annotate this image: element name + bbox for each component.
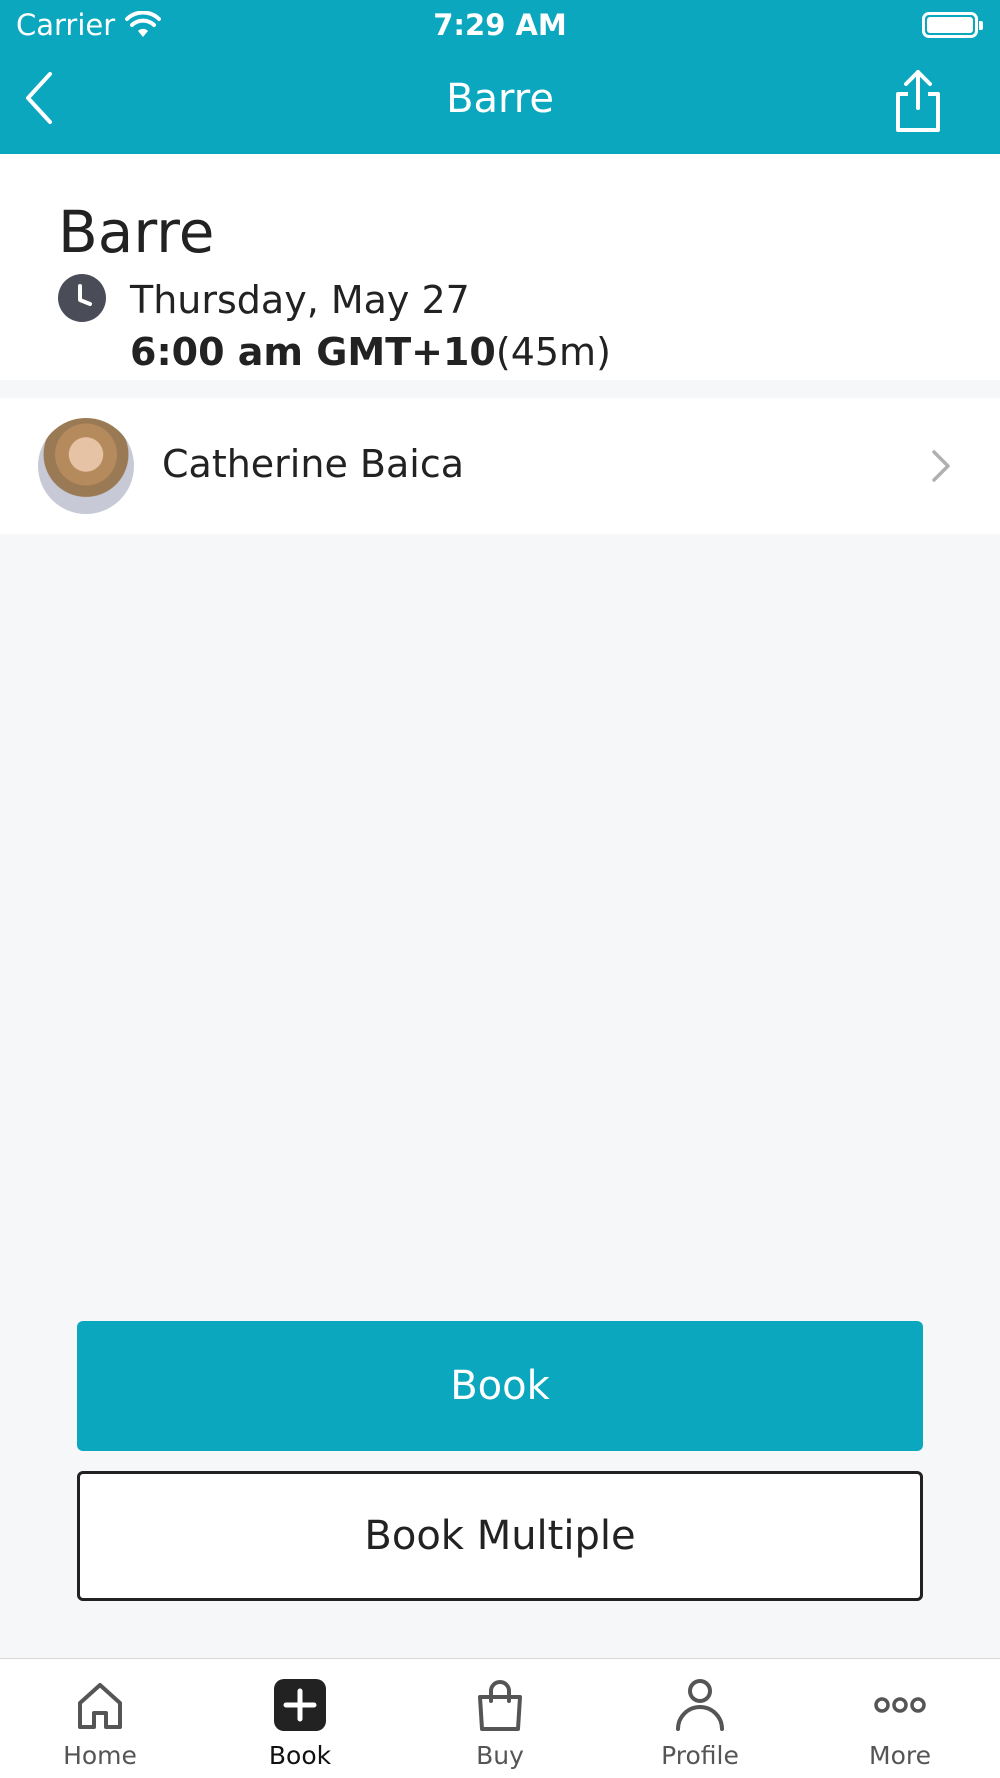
tab-home-label: Home: [63, 1741, 137, 1770]
tab-more[interactable]: More: [800, 1659, 1000, 1778]
more-dots-icon: [874, 1697, 926, 1713]
class-info-card: Barre Thursday, May 27 6:00 am GMT+10(45…: [0, 154, 1000, 380]
status-time: 7:29 AM: [433, 8, 567, 42]
class-time: 6:00 am GMT+10(45m): [130, 330, 611, 374]
class-title: Barre: [58, 198, 215, 266]
share-icon: [896, 70, 940, 132]
plus-square-icon: [274, 1679, 326, 1731]
class-start-time: 6:00 am GMT+10: [130, 330, 496, 374]
chevron-right-icon: [932, 450, 950, 482]
tab-book[interactable]: Book: [200, 1659, 400, 1778]
top-bar: Carrier 7:29 AM Barre: [0, 0, 1000, 154]
tab-bar: Home Book Buy Profile More: [0, 1658, 1000, 1778]
book-multiple-button[interactable]: Book Multiple: [77, 1471, 923, 1601]
nav-title: Barre: [446, 76, 554, 122]
battery-icon: [922, 12, 983, 38]
tab-buy-label: Buy: [476, 1741, 524, 1770]
tab-profile-label: Profile: [661, 1741, 739, 1770]
person-icon: [676, 1679, 724, 1731]
class-duration: (45m): [495, 330, 611, 374]
tab-buy[interactable]: Buy: [400, 1659, 600, 1778]
tab-profile[interactable]: Profile: [600, 1659, 800, 1778]
share-button[interactable]: [890, 68, 950, 138]
class-date: Thursday, May 27: [130, 278, 470, 322]
tab-more-label: More: [869, 1741, 931, 1770]
instructor-name: Catherine Baica: [162, 442, 464, 486]
shopping-bag-icon: [478, 1680, 522, 1731]
home-icon: [78, 1683, 122, 1729]
instructor-row[interactable]: Catherine Baica: [0, 398, 1000, 534]
avatar: [38, 418, 134, 514]
clock-icon: [58, 274, 106, 322]
tab-home[interactable]: Home: [0, 1659, 200, 1778]
book-button[interactable]: Book: [77, 1321, 923, 1451]
tab-book-label: Book: [268, 1741, 332, 1770]
